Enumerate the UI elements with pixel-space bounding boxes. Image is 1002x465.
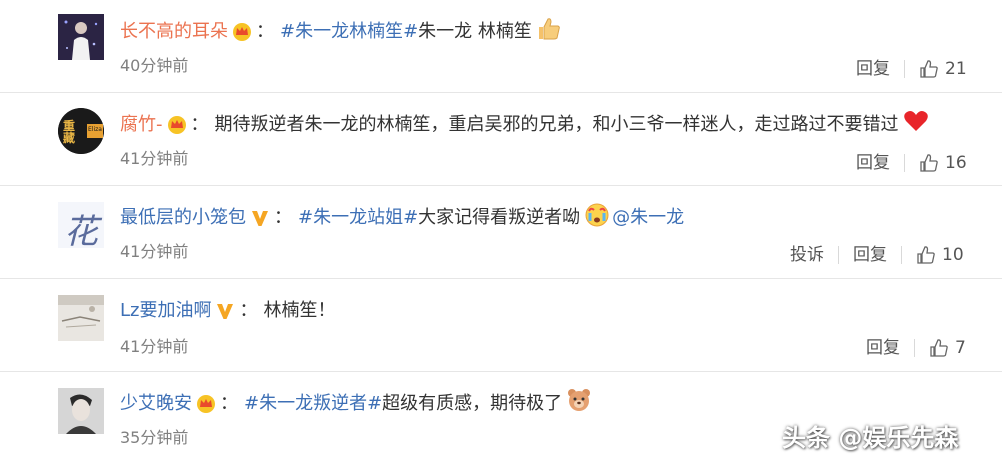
crown-badge-icon	[167, 115, 187, 135]
comment-actions: 回复 16	[856, 151, 967, 175]
watermark-text: 头条 @娱乐先森	[782, 424, 959, 452]
crying-face-emoji-icon	[584, 201, 610, 235]
avatar[interactable]	[58, 14, 104, 60]
comment-time: 35分钟前	[120, 428, 189, 447]
colon: ：	[274, 207, 292, 228]
divider	[904, 154, 905, 172]
comment-text: 期待叛逆者朱一龙的林楠笙，重启吴邪的兄弟，和小三爷一样迷人，走过路过不要错过	[214, 114, 899, 135]
thumbs-up-icon	[920, 154, 938, 172]
like-button[interactable]: 7	[929, 336, 966, 360]
thumbs-up-icon	[920, 60, 938, 78]
crown-badge-icon	[232, 22, 252, 42]
colon: ：	[190, 114, 209, 135]
comment-item: 长不高的耳朵 ： #朱一龙林楠笙# 朱一龙 林楠笙 40分钟前 回复 21	[0, 0, 1002, 93]
username[interactable]: Lz要加油啊	[120, 298, 211, 324]
red-heart-emoji-icon	[903, 109, 929, 141]
colon: ：	[220, 393, 238, 414]
avatar[interactable]: 重藏 Eliza	[58, 108, 104, 154]
like-button[interactable]: 16	[919, 151, 967, 175]
thumbs-up-emoji-icon	[536, 15, 562, 49]
comment-text: 林楠笙！	[263, 300, 336, 321]
comment-actions: 投诉 回复 10	[790, 243, 964, 267]
username[interactable]: 长不高的耳朵	[120, 19, 228, 45]
avatar[interactable]: 花	[58, 202, 104, 248]
crown-badge-icon	[196, 394, 216, 414]
thumbs-up-icon	[917, 246, 935, 264]
like-count: 7	[955, 338, 966, 358]
comment-text: 超级有质感，期待极了	[382, 393, 563, 414]
username[interactable]: 最低层的小笼包	[120, 205, 246, 231]
avatar-logo-text: 重藏	[63, 119, 76, 145]
comment-item: Lz要加油啊 ： 林楠笙！ 41分钟前 回复 7	[0, 279, 1002, 372]
v-badge-icon	[215, 301, 235, 321]
colon: ：	[239, 300, 258, 321]
bear-face-emoji-icon	[566, 387, 592, 421]
avatar-calligraphy-text: 花	[64, 212, 98, 248]
like-count: 10	[942, 245, 964, 265]
comment-line: 少艾晚安 ： #朱一龙叛逆者# 超级有质感，期待极了	[120, 389, 592, 417]
hashtag-link[interactable]: #朱一龙站姐#	[298, 205, 418, 231]
divider	[838, 246, 839, 264]
comment-actions: 回复 21	[856, 57, 967, 81]
avatar-logo-subtext: Eliza	[88, 126, 102, 133]
comment-line: Lz要加油啊 ： 林楠笙！	[120, 298, 335, 324]
comment-item: 重藏 Eliza 腐竹- ： 期待叛逆者朱一龙的林楠笙，重启吴邪的兄弟，和小三爷…	[0, 93, 1002, 186]
avatar-image	[58, 388, 104, 434]
comment-item: 花 最低层的小笼包 ： #朱一龙站姐# 大家记得看叛逆者呦 @朱一龙 41分钟前…	[0, 186, 1002, 279]
v-badge-icon	[250, 208, 270, 228]
username[interactable]: 腐竹-	[120, 112, 163, 138]
divider	[901, 246, 902, 264]
comment-text: 大家记得看叛逆者呦	[418, 207, 581, 228]
like-button[interactable]: 10	[916, 243, 964, 267]
comment-time: 40分钟前	[120, 56, 189, 75]
reply-button[interactable]: 回复	[866, 336, 900, 360]
avatar-image	[58, 295, 104, 341]
like-count: 21	[945, 59, 967, 79]
avatar[interactable]	[58, 388, 104, 434]
like-button[interactable]: 21	[919, 57, 967, 81]
avatar[interactable]	[58, 295, 104, 341]
hashtag-link[interactable]: #朱一龙林楠笙#	[280, 19, 418, 45]
comment-text: 朱一龙 林楠笙	[418, 21, 532, 42]
comment-line: 长不高的耳朵 ： #朱一龙林楠笙# 朱一龙 林楠笙	[120, 18, 562, 45]
username[interactable]: 少艾晚安	[120, 391, 192, 417]
comment-line: 腐竹- ： 期待叛逆者朱一龙的林楠笙，重启吴邪的兄弟，和小三爷一样迷人，走过路过…	[120, 109, 929, 141]
comment-line: 最低层的小笼包 ： #朱一龙站姐# 大家记得看叛逆者呦 @朱一龙	[120, 203, 684, 231]
report-button[interactable]: 投诉	[790, 243, 824, 267]
divider	[904, 60, 905, 78]
avatar-image	[58, 14, 104, 60]
colon: ：	[256, 21, 274, 42]
comment-time: 41分钟前	[120, 149, 189, 168]
comment-time: 41分钟前	[120, 242, 189, 261]
reply-button[interactable]: 回复	[856, 151, 890, 175]
reply-button[interactable]: 回复	[856, 57, 890, 81]
divider	[914, 339, 915, 357]
mention-link[interactable]: @朱一龙	[612, 205, 684, 231]
comment-actions: 回复 7	[866, 336, 966, 360]
reply-button[interactable]: 回复	[853, 243, 887, 267]
comment-time: 41分钟前	[120, 337, 189, 356]
like-count: 16	[945, 153, 967, 173]
thumbs-up-icon	[930, 339, 948, 357]
hashtag-link[interactable]: #朱一龙叛逆者#	[244, 391, 382, 417]
